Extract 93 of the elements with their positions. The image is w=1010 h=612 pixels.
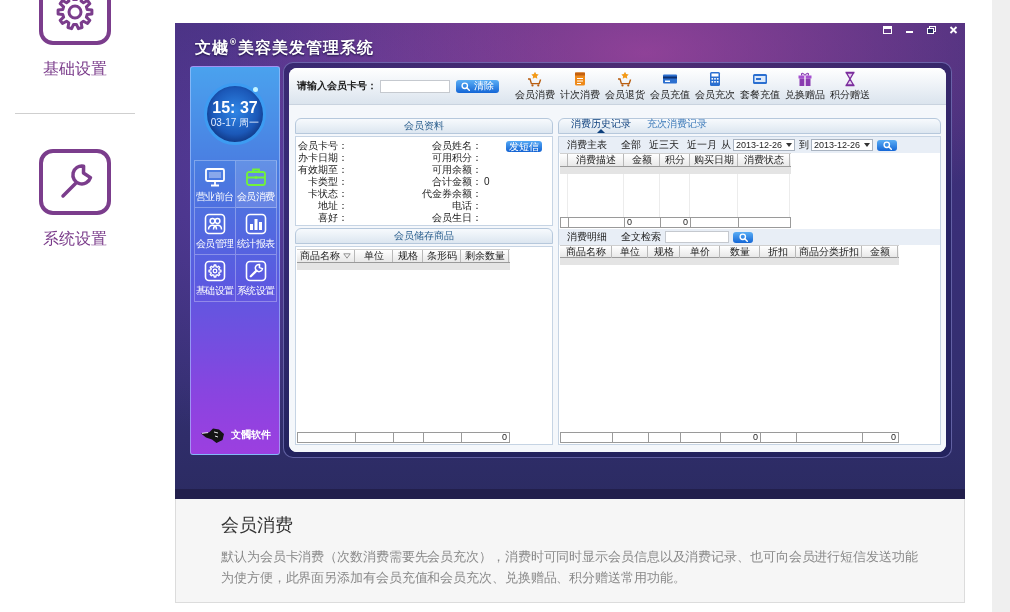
indicator-dot-icon	[253, 87, 258, 92]
gift-icon	[797, 71, 813, 87]
field-label: 到	[799, 139, 810, 151]
search-button[interactable]	[733, 231, 753, 243]
field-value: 0	[483, 176, 491, 188]
field-label: 会员生日：	[431, 212, 482, 224]
filter-option[interactable]: 近一月	[687, 139, 717, 151]
toolbar-button[interactable]: 积分赠送	[828, 71, 872, 101]
cart-star-icon	[617, 71, 633, 87]
field-label: 请输入会员卡号：	[297, 80, 377, 92]
sort-icon[interactable]	[343, 253, 351, 259]
caret-icon	[864, 143, 871, 147]
toolbar-button[interactable]: 会员退货	[603, 71, 647, 101]
wrench-icon	[39, 149, 111, 215]
sidebar-button[interactable]: 基础设置	[194, 255, 236, 302]
gear-icon	[203, 259, 226, 282]
field-label: 全文检索	[621, 231, 661, 243]
tab[interactable]: 充次消费记录	[641, 119, 713, 133]
close-icon[interactable]	[949, 26, 958, 34]
calculator-icon	[707, 71, 723, 87]
search-icon	[461, 81, 470, 91]
field-label: 喜好：	[317, 212, 348, 224]
toolbar-button[interactable]: 兑换赠品	[783, 71, 827, 101]
section-label: 消费明细	[567, 231, 607, 243]
column-header[interactable]: 条形码	[423, 250, 461, 262]
section-header: 会员储存商品	[295, 228, 553, 244]
cart-star-icon	[527, 71, 543, 87]
caption-text: 默认为会员卡消费（次数消费需要先会员充次），消费时可同时显示会员信息以及消费记录、也可向会员进行短信发送功能为使方便，此界面另添加有会员充值和会员充次、兑换赠品、积分赠送常用功能。	[221, 548, 919, 587]
search-button[interactable]	[877, 139, 898, 151]
brand-name: 文髑软件	[230, 429, 271, 441]
field-label: 办卡日期：	[297, 152, 348, 164]
window-icon[interactable]	[883, 26, 892, 34]
nav-link[interactable]: 基础设置	[39, 0, 111, 79]
table-cell: 0	[625, 218, 661, 227]
field-label: 电话：	[451, 200, 482, 212]
caption-title: 会员消费	[221, 513, 293, 537]
clock-time: 15: 37	[212, 99, 258, 117]
field-label: 可用积分：	[431, 152, 482, 164]
date-dropdown[interactable]: 2013-12-26	[811, 139, 874, 151]
toolbar-button[interactable]: 套餐充值	[738, 71, 782, 101]
restore-icon[interactable]	[927, 26, 936, 34]
card-number-field[interactable]	[380, 79, 450, 93]
sidebar-button[interactable]: 会员管理	[194, 208, 236, 255]
search-icon	[882, 140, 892, 150]
column-header[interactable]: 商品名称	[297, 250, 355, 262]
people-icon	[203, 212, 226, 235]
filter-option[interactable]: 近三天	[649, 139, 679, 151]
toolbar-button[interactable]: 会员消费	[513, 71, 557, 101]
field-label: 卡状态：	[307, 188, 348, 200]
column-header[interactable]: 金额	[624, 154, 660, 166]
column-header[interactable]: 消费状态	[738, 154, 790, 166]
column-header[interactable]: 购买日期	[690, 154, 738, 166]
nav-link[interactable]: 系统设置	[39, 149, 111, 249]
column-header[interactable]: 积分	[660, 154, 690, 166]
section-header: 会员资料	[295, 118, 553, 134]
search-icon	[738, 232, 748, 242]
table-cell: 0	[721, 433, 761, 442]
monitor-icon	[203, 165, 226, 188]
column-header[interactable]: 消费描述	[568, 154, 624, 166]
caret-icon	[786, 143, 793, 147]
field-label: 可用余额：	[431, 164, 482, 176]
column-header[interactable]: 剩余数量	[461, 250, 509, 262]
filter-option[interactable]: 全部	[621, 139, 641, 151]
sidebar-button[interactable]: 系统设置	[235, 255, 277, 302]
column-header[interactable]: 单位	[355, 250, 393, 262]
field-label: 会员姓名：	[431, 140, 482, 152]
date-dropdown[interactable]: 2013-12-26	[733, 139, 796, 151]
table-cell: 0	[462, 433, 510, 442]
search-field[interactable]	[665, 231, 729, 243]
sidebar-button[interactable]: 营业前台	[194, 161, 236, 208]
bar-chart-icon	[244, 212, 267, 235]
search-button[interactable]: 清除	[456, 79, 499, 93]
field-label: 有效期至：	[297, 164, 348, 176]
clock-date: 03-17 周一	[210, 117, 260, 129]
field-label: 合计金额：	[431, 176, 482, 188]
toolbar-button[interactable]: 会员充值	[648, 71, 692, 101]
sms-button[interactable]: 发短信	[506, 140, 542, 152]
field-label: 代金券余额：	[421, 188, 482, 200]
wrench-icon	[244, 259, 267, 282]
field-label: 从	[721, 139, 731, 151]
receipt-icon	[572, 71, 588, 87]
table-cell: 0	[863, 433, 899, 442]
field-label: 会员卡号：	[297, 140, 348, 152]
filter-label: 消费主表	[567, 139, 607, 151]
column-header[interactable]: 规格	[393, 250, 423, 262]
field-label: 地址：	[317, 200, 348, 212]
card-icon	[752, 71, 768, 87]
field-label: 卡类型：	[307, 176, 348, 188]
sidebar-button[interactable]: 统计报表	[235, 208, 277, 255]
window-title: 文樾$^{®}$美容美发管理系统	[195, 38, 374, 58]
toolbar-button[interactable]: 会员充次	[693, 71, 737, 101]
table-cell: 0	[661, 218, 691, 227]
toolbar-button[interactable]: 计次消费	[558, 71, 602, 101]
